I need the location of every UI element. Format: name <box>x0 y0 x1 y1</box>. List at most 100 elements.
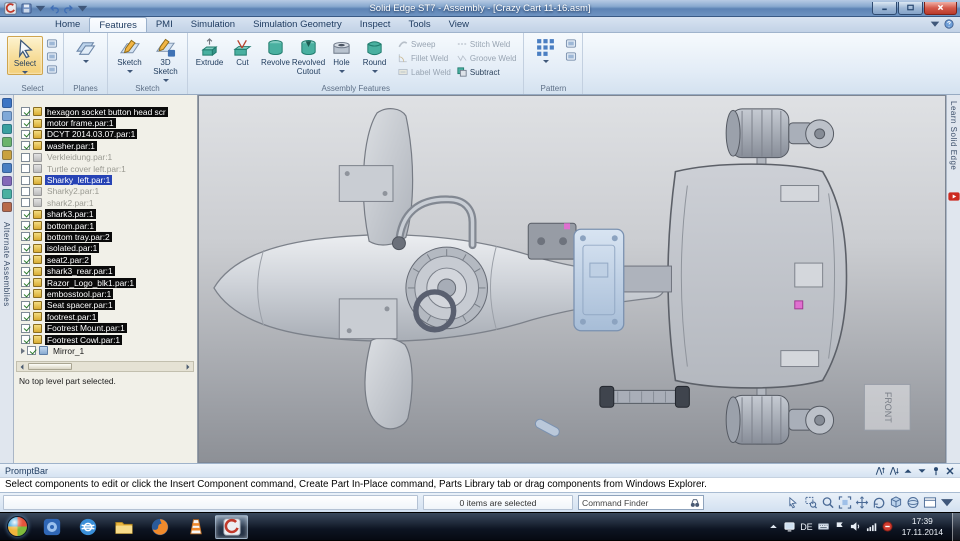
tree-item[interactable]: embosstool.par:1 <box>14 288 197 299</box>
scrollbar-track[interactable] <box>72 363 183 370</box>
tab-pmi[interactable]: PMI <box>147 17 182 32</box>
visibility-checkbox[interactable] <box>21 129 30 139</box>
dropdown-sm-icon[interactable] <box>77 3 88 14</box>
simulate-icon[interactable] <box>1 150 12 160</box>
select-window-icon[interactable] <box>787 496 801 509</box>
application-button[interactable] <box>4 1 17 15</box>
visibility-checkbox[interactable] <box>21 186 30 196</box>
dropdown-sm-icon[interactable] <box>35 3 46 14</box>
down-icon[interactable] <box>917 466 927 476</box>
dropdown-sm-icon[interactable] <box>930 19 940 29</box>
visibility-checkbox[interactable] <box>21 118 30 128</box>
media-center-button[interactable] <box>35 515 68 539</box>
visibility-checkbox[interactable] <box>21 198 30 208</box>
fit-icon[interactable] <box>838 496 852 509</box>
tree-item[interactable]: Razor_Logo_blk1.par:1 <box>14 277 197 288</box>
groove-weld-button[interactable]: Groove Weld <box>457 53 516 63</box>
revolved-cutout-button[interactable]: Revolved Cutout <box>292 36 325 77</box>
undo-icon[interactable] <box>49 3 60 14</box>
binoculars-icon[interactable] <box>690 498 700 508</box>
hole-button[interactable]: Hole <box>325 36 358 77</box>
help-icon[interactable] <box>944 19 954 29</box>
volume-icon[interactable] <box>850 521 861 532</box>
scroll-left-icon[interactable] <box>18 363 26 371</box>
expander-icon[interactable] <box>21 347 25 354</box>
tree-item[interactable]: Verkleidung.par:1 <box>14 152 197 163</box>
extrude-button[interactable]: Extrude <box>193 36 226 77</box>
3d-sketch-button[interactable]: 3D Sketch <box>149 36 182 82</box>
windows-explorer-button[interactable] <box>107 515 140 539</box>
close-button[interactable] <box>924 1 957 15</box>
show-hidden-icon[interactable] <box>768 521 779 532</box>
stitch-weld-button[interactable]: Stitch Weld <box>457 39 517 49</box>
window-view-icon[interactable] <box>923 496 937 509</box>
visibility-checkbox[interactable] <box>21 335 30 344</box>
tree-item[interactable]: bottom.par:1 <box>14 220 197 231</box>
view-orientation-indicator[interactable]: FRONT <box>863 383 911 431</box>
save-icon[interactable] <box>21 2 32 14</box>
layers-icon[interactable] <box>1 124 12 134</box>
selection-tools-icon[interactable] <box>1 163 12 173</box>
font-down-icon[interactable] <box>889 466 899 476</box>
planes-button[interactable] <box>69 36 102 63</box>
tool-icon[interactable] <box>46 38 58 49</box>
tab-home[interactable]: Home <box>46 17 89 32</box>
visibility-checkbox[interactable] <box>21 209 30 219</box>
redo-icon[interactable] <box>63 3 74 14</box>
common-views-icon[interactable] <box>889 496 903 509</box>
subtract-button[interactable]: Subtract <box>457 67 517 77</box>
red-badge-icon[interactable] <box>882 521 893 532</box>
visibility-checkbox[interactable] <box>21 152 30 162</box>
tree-item[interactable]: Sharky_left.par:1 <box>14 174 197 186</box>
show-desktop-button[interactable] <box>952 512 960 541</box>
visibility-checkbox[interactable] <box>21 232 30 242</box>
visibility-checkbox[interactable] <box>21 312 30 322</box>
minimize-button[interactable] <box>872 1 897 15</box>
pathfinder-icon[interactable] <box>1 111 12 121</box>
assembly-3d-view[interactable]: FRONT <box>199 96 945 462</box>
tab-view[interactable]: View <box>440 17 478 32</box>
tree-item[interactable]: Turtle cover left.par:1 <box>14 163 197 174</box>
visibility-checkbox[interactable] <box>21 221 30 231</box>
visibility-checkbox[interactable] <box>21 278 30 288</box>
vlc-button[interactable] <box>179 515 212 539</box>
tab-features[interactable]: Features <box>89 17 147 32</box>
visibility-checkbox[interactable] <box>21 141 30 151</box>
dropdown-sm-icon[interactable] <box>940 496 954 509</box>
tree-item[interactable]: Footrest Mount.par:1 <box>14 322 197 334</box>
feature-library-icon[interactable] <box>1 189 12 199</box>
tree-item[interactable]: motor frame.par:1 <box>14 117 197 129</box>
tree-item[interactable]: seat2.par:2 <box>14 254 197 265</box>
zoom-icon[interactable] <box>821 496 835 509</box>
close-small-icon[interactable] <box>945 466 955 476</box>
tool-icon[interactable] <box>565 38 577 49</box>
font-up-icon[interactable] <box>875 466 885 476</box>
visibility-checkbox[interactable] <box>21 164 30 174</box>
pathfinder-horizontal-scrollbar[interactable] <box>16 361 194 372</box>
network-icon[interactable] <box>866 521 877 532</box>
keyboard-icon[interactable] <box>817 521 829 532</box>
internet-explorer-button[interactable] <box>71 515 104 539</box>
tree-item[interactable]: bottom tray.par:2 <box>14 231 197 242</box>
language-indicator[interactable]: DE <box>800 522 813 532</box>
learn-solid-edge-tab[interactable]: Learn Solid Edge <box>949 101 958 170</box>
family-of-assemblies-icon[interactable] <box>1 176 12 186</box>
scroll-right-icon[interactable] <box>184 363 192 371</box>
tree-item[interactable]: Mirror_1 <box>14 345 197 356</box>
tab-inspect[interactable]: Inspect <box>351 17 400 32</box>
tree-item[interactable]: shark2.par:1 <box>14 197 197 208</box>
tool-icon[interactable] <box>46 51 58 62</box>
sweep-button[interactable]: Sweep <box>398 39 451 49</box>
visibility-checkbox[interactable] <box>21 289 30 299</box>
tree-item[interactable]: washer.par:1 <box>14 140 197 151</box>
command-finder-input[interactable]: Command Finder <box>578 495 704 510</box>
tray-monitor-icon[interactable] <box>784 521 795 532</box>
visibility-checkbox[interactable] <box>21 255 30 265</box>
tool-icon[interactable] <box>565 51 577 62</box>
pin-icon[interactable] <box>931 466 941 476</box>
revolve-button[interactable]: Revolve <box>259 36 292 77</box>
select-button[interactable]: Select <box>7 36 43 75</box>
tree-item[interactable]: shark3.par:1 <box>14 209 197 220</box>
viewport[interactable]: FRONT <box>198 95 946 463</box>
view-styles-icon[interactable] <box>906 496 920 509</box>
